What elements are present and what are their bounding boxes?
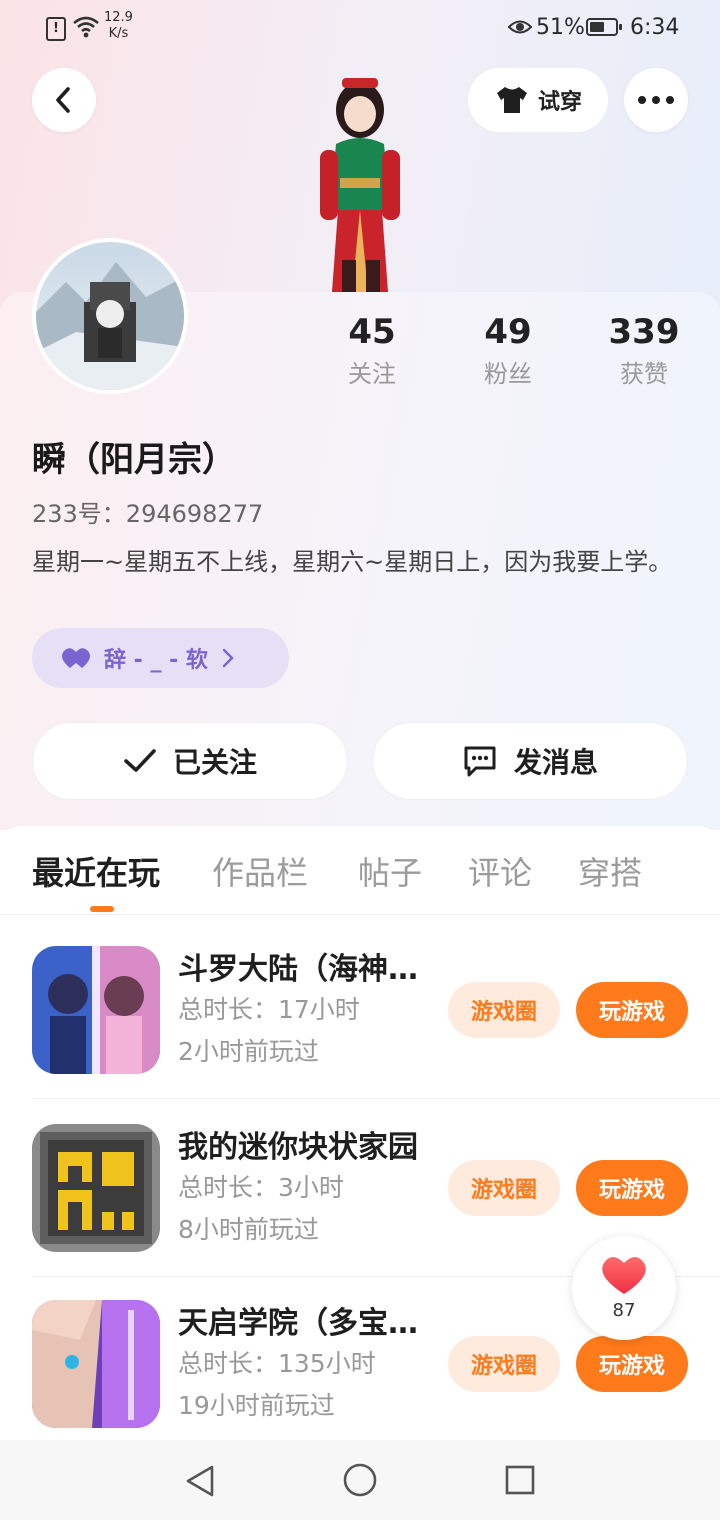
system-nav-bar xyxy=(0,1440,720,1520)
stat-following-value: 45 xyxy=(348,312,396,352)
profile-tabs: 最近在玩 作品栏 帖子 评论 穿搭 xyxy=(0,826,720,915)
tab-works[interactable]: 作品栏 xyxy=(212,848,308,894)
game-circle-button[interactable]: 游戏圈 xyxy=(448,982,560,1038)
game-circle-button[interactable]: 游戏圈 xyxy=(448,1336,560,1392)
check-icon xyxy=(124,749,156,772)
game-icon xyxy=(32,946,160,1074)
profile-name: 瞬（阳月宗） xyxy=(32,440,236,480)
try-on-label: 试穿 xyxy=(537,90,582,115)
game-last-played: 19小时前玩过 xyxy=(178,1391,335,1420)
network-speed: 12.9 K/s xyxy=(104,10,133,41)
tab-comments[interactable]: 评论 xyxy=(468,848,532,894)
follow-label: 已关注 xyxy=(172,746,257,779)
character-avatar-image xyxy=(320,78,400,292)
chat-icon xyxy=(464,746,496,777)
profile-bio: 星期一~星期五不上线，星期六~星期日上，因为我要上学。 xyxy=(32,548,673,576)
heart-icon xyxy=(602,1257,646,1294)
game-circle-button[interactable]: 游戏圈 xyxy=(448,1160,560,1216)
heart-icon xyxy=(62,648,90,668)
game-duration: 总时长：3小时 xyxy=(178,1173,344,1202)
play-game-button[interactable]: 玩游戏 xyxy=(576,982,688,1038)
stat-likes-label: 获赞 xyxy=(620,360,668,388)
back-arrow-icon xyxy=(56,87,70,113)
divider xyxy=(32,1098,720,1099)
chevron-right-icon xyxy=(222,648,234,668)
game-duration: 总时长：135小时 xyxy=(178,1349,376,1378)
game-title: 斗罗大陆（海神… xyxy=(178,952,418,987)
user-id: 233号：294698277 xyxy=(32,500,264,528)
game-title: 天启学院（多宝… xyxy=(178,1306,418,1341)
stat-followers-value: 49 xyxy=(484,312,532,352)
clock: 6:34 xyxy=(630,15,680,40)
wifi-icon xyxy=(73,16,99,38)
active-tab-indicator xyxy=(90,906,114,912)
nav-home-icon[interactable] xyxy=(342,1462,378,1498)
game-last-played: 2小时前玩过 xyxy=(178,1037,319,1066)
game-icon xyxy=(32,1300,160,1428)
relation-tag[interactable]: 辞 - _ - 软 xyxy=(32,628,289,688)
nav-back-icon[interactable] xyxy=(184,1464,216,1498)
stat-following[interactable]: 45 关注 xyxy=(312,310,432,394)
stat-followers-label: 粉丝 xyxy=(484,360,532,388)
list-item[interactable]: 斗罗大陆（海神… 总时长：17小时 2小时前玩过 游戏圈 玩游戏 xyxy=(0,922,720,1100)
try-on-button[interactable]: 试穿 xyxy=(468,68,608,132)
play-game-button[interactable]: 玩游戏 xyxy=(576,1336,688,1392)
battery-icon xyxy=(586,18,622,36)
relation-tag-label: 辞 - _ - 软 xyxy=(104,648,208,673)
tab-recent-play[interactable]: 最近在玩 xyxy=(32,848,160,894)
tab-posts[interactable]: 帖子 xyxy=(358,848,422,894)
sim-alert-icon: ! xyxy=(46,17,66,41)
back-button[interactable] xyxy=(32,68,96,132)
stat-following-label: 关注 xyxy=(348,360,396,388)
stat-likes-value: 339 xyxy=(608,312,680,352)
game-icon xyxy=(32,1124,160,1252)
eye-icon xyxy=(508,20,532,34)
game-title: 我的迷你块状家园 xyxy=(178,1130,418,1165)
message-label: 发消息 xyxy=(513,746,598,779)
more-button[interactable] xyxy=(624,68,688,132)
like-float-button[interactable]: 87 xyxy=(572,1236,676,1340)
status-bar: ! 12.9 K/s 51% 6:34 xyxy=(0,0,720,56)
tab-outfits[interactable]: 穿搭 xyxy=(578,848,642,894)
stat-likes[interactable]: 339 获赞 xyxy=(584,310,704,394)
message-button[interactable]: 发消息 xyxy=(372,722,688,800)
game-duration: 总时长：17小时 xyxy=(178,995,360,1024)
avatar-image xyxy=(36,262,184,390)
more-icon xyxy=(638,96,674,104)
like-count: 87 xyxy=(612,1300,636,1321)
play-game-button[interactable]: 玩游戏 xyxy=(576,1160,688,1216)
avatar[interactable] xyxy=(32,238,188,394)
battery-percent: 51% xyxy=(536,15,585,40)
shirt-icon xyxy=(496,87,527,113)
nav-recent-icon[interactable] xyxy=(504,1464,536,1496)
follow-button[interactable]: 已关注 xyxy=(32,722,348,800)
game-last-played: 8小时前玩过 xyxy=(178,1215,319,1244)
stat-followers[interactable]: 49 粉丝 xyxy=(448,310,568,394)
